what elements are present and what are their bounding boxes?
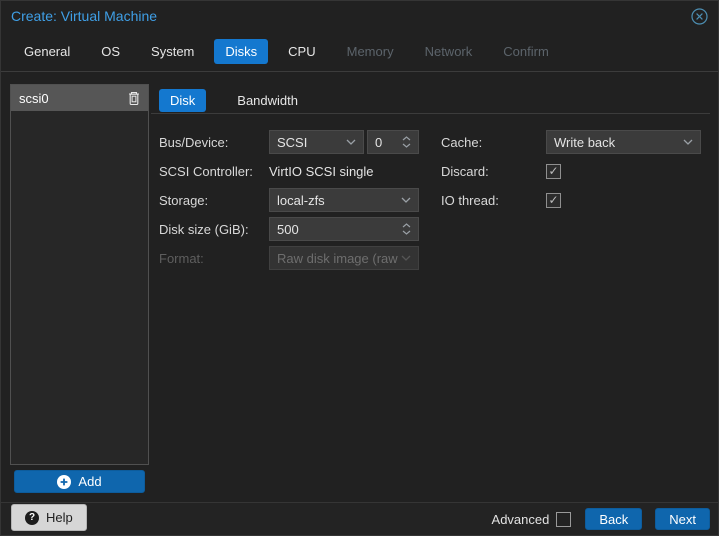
- close-icon[interactable]: [691, 7, 708, 25]
- discard-checkbox[interactable]: ✓: [546, 163, 561, 179]
- spinner-up-down-icon[interactable]: [402, 136, 411, 148]
- scsi-controller-label: SCSI Controller:: [159, 163, 253, 179]
- trash-icon[interactable]: [128, 91, 140, 105]
- cache-select-value: Write back: [554, 134, 616, 150]
- back-button[interactable]: Back: [585, 508, 643, 530]
- question-circle-icon: ?: [25, 510, 39, 525]
- dialog-titlebar: Create: Virtual Machine: [1, 1, 718, 31]
- storage-select-value: local-zfs: [277, 192, 325, 208]
- cache-label: Cache:: [441, 134, 483, 150]
- tab-general[interactable]: General: [13, 39, 81, 64]
- footer-actions: Advanced Back Next: [492, 508, 718, 530]
- tab-disk[interactable]: Disk: [159, 89, 207, 112]
- spinner-up-down-icon[interactable]: [402, 223, 411, 235]
- disk-form-right: Cache: Write back Discard: ✓ IO thread: …: [441, 130, 701, 217]
- disk-list-item-scsi0[interactable]: scsi0: [11, 85, 148, 111]
- add-button-label: Add: [78, 474, 102, 489]
- disk-size-field[interactable]: 500: [269, 217, 419, 241]
- io-thread-row: IO thread: ✓: [441, 188, 701, 212]
- bus-select[interactable]: SCSI: [269, 130, 364, 154]
- bus-device-row: Bus/Device: SCSI 0: [159, 130, 419, 154]
- advanced-label: Advanced: [491, 511, 550, 527]
- chevron-down-icon: [346, 139, 356, 145]
- io-thread-checkbox[interactable]: ✓: [546, 192, 561, 208]
- chevron-down-icon: [401, 255, 411, 261]
- add-disk-button[interactable]: Add: [14, 470, 145, 493]
- cache-select[interactable]: Write back: [546, 130, 701, 154]
- bus-device-label: Bus/Device:: [159, 134, 229, 150]
- disk-size-label: Disk size (GiB):: [159, 221, 249, 237]
- dialog-title: Create: Virtual Machine: [11, 8, 158, 24]
- disk-size-row: Disk size (GiB): 500: [159, 217, 419, 241]
- help-button[interactable]: ? Help: [11, 504, 87, 531]
- tab-network: Network: [424, 44, 473, 59]
- tab-os[interactable]: OS: [90, 39, 131, 64]
- wizard-tab-bar: General OS System Disks CPU Memory Netwo…: [1, 32, 718, 72]
- device-number-value: 0: [375, 134, 383, 150]
- advanced-checkbox[interactable]: [556, 511, 572, 527]
- tab-memory: Memory: [346, 44, 394, 59]
- dialog-footer: ? Help Advanced Back Next: [1, 502, 718, 535]
- chevron-down-icon: [683, 139, 693, 145]
- storage-row: Storage: local-zfs: [159, 188, 419, 212]
- tab-cpu[interactable]: CPU: [277, 39, 326, 64]
- chevron-down-icon: [401, 197, 411, 203]
- device-number-field[interactable]: 0: [367, 130, 419, 154]
- format-row: Format: Raw disk image (raw: [159, 246, 419, 270]
- tab-confirm: Confirm: [503, 44, 549, 59]
- cache-row: Cache: Write back: [441, 130, 701, 154]
- io-thread-label: IO thread:: [441, 192, 499, 208]
- create-vm-dialog: Create: Virtual Machine General OS Syste…: [0, 0, 719, 536]
- disk-item-label: scsi0: [19, 90, 49, 106]
- format-select-value: Raw disk image (raw: [277, 250, 398, 266]
- disk-detail-tab-bar: Disk Bandwidth: [159, 89, 309, 112]
- scsi-controller-row: SCSI Controller: VirtIO SCSI single: [159, 159, 419, 183]
- disk-list-panel: scsi0: [10, 84, 149, 465]
- help-button-label: Help: [46, 510, 73, 525]
- storage-label: Storage:: [159, 192, 209, 208]
- format-label: Format:: [159, 250, 204, 266]
- plus-circle-icon: [57, 474, 72, 489]
- disk-form-left: Bus/Device: SCSI 0 SCSI Controller: Virt…: [159, 130, 419, 275]
- tab-system[interactable]: System: [140, 39, 205, 64]
- tab-bandwidth[interactable]: Bandwidth: [226, 89, 309, 112]
- format-select-disabled: Raw disk image (raw: [269, 246, 419, 270]
- content-separator: [151, 113, 710, 114]
- bus-select-value: SCSI: [277, 134, 308, 150]
- tab-disks[interactable]: Disks: [214, 39, 269, 64]
- discard-label: Discard:: [441, 163, 489, 179]
- disk-size-value: 500: [277, 221, 299, 237]
- storage-select[interactable]: local-zfs: [269, 188, 419, 212]
- discard-row: Discard: ✓: [441, 159, 701, 183]
- scsi-controller-value: VirtIO SCSI single: [269, 163, 374, 179]
- next-button[interactable]: Next: [655, 508, 710, 530]
